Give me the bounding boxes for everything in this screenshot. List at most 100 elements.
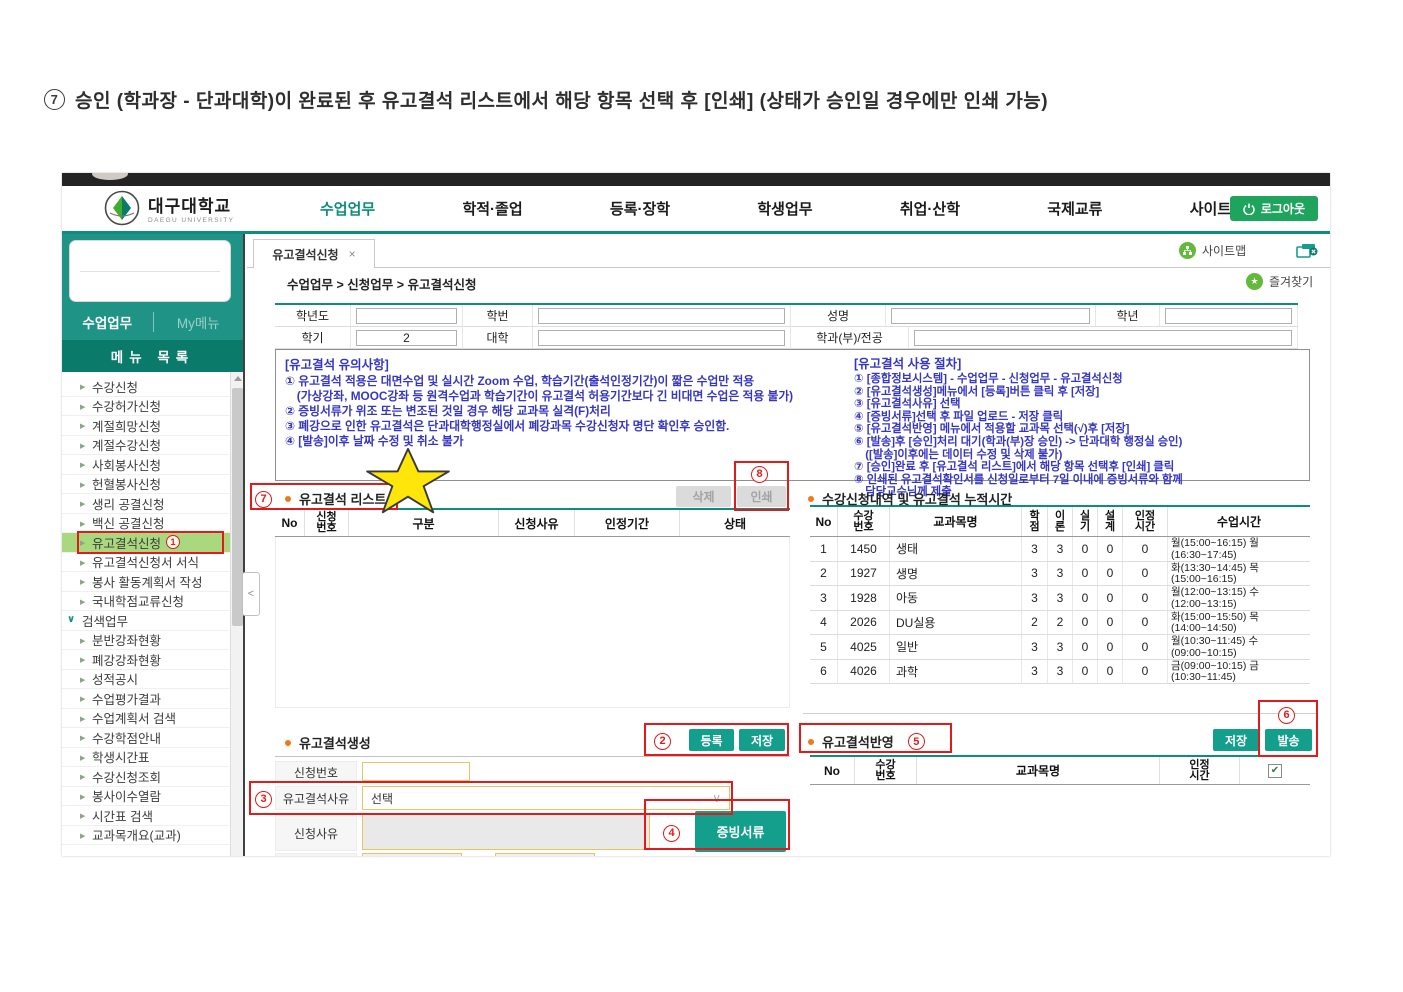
header-cell: 수강번호	[838, 507, 890, 536]
text-input[interactable]	[538, 330, 785, 346]
sidebar-menu-item[interactable]: ∨검색업무	[62, 611, 232, 631]
send-button[interactable]: 발송	[1265, 729, 1312, 751]
text-input[interactable]	[538, 308, 785, 324]
create-save-button[interactable]: 저장	[739, 729, 785, 751]
logout-button[interactable]: 로그아웃	[1230, 196, 1318, 221]
reflect-save-button[interactable]: 저장	[1213, 729, 1259, 751]
popup-window-icon[interactable]	[1296, 243, 1318, 259]
cell-theory: 3	[1048, 660, 1073, 684]
nav-item[interactable]: 학적·졸업	[462, 198, 522, 219]
sidebar-menu-item[interactable]: ▶봉사이수열람	[62, 787, 232, 807]
sidebar-menu-item[interactable]: ▶생리 공결신청	[62, 494, 232, 514]
sidebar-menu-item[interactable]: ▶유고결석신청서 서식	[62, 553, 232, 573]
sidebar-item-label: 검색업무	[82, 611, 128, 630]
nav-item[interactable]: 국제교류	[1047, 198, 1102, 219]
evidence-button[interactable]: 증빙서류	[695, 811, 786, 852]
sidebar-menu-item[interactable]: ▶수강학점안내	[62, 728, 232, 748]
sidebar-menu-item[interactable]: ▶수강허가신청	[62, 397, 232, 417]
sidebar-menu-item[interactable]: ▶유고결석신청1	[62, 533, 232, 553]
cell-course-name: DU실용	[890, 611, 1022, 635]
cell-theory: 3	[1048, 586, 1073, 610]
period-end-input[interactable]	[495, 853, 595, 856]
university-logo[interactable]: 대구대학교 DAEGU UNIVERSITY	[104, 190, 234, 226]
field-label: 학번	[463, 305, 533, 326]
arrow-right-icon: ▶	[80, 481, 85, 489]
print-button[interactable]: 인쇄	[737, 486, 786, 507]
notice-precautions: [유고결석 유의사항]① 유고결석 적용은 대면수업 및 실시간 Zoom 수업…	[285, 354, 845, 449]
sidebar-menu-item[interactable]: ▶수강신청	[62, 377, 232, 397]
cell-no: 3	[810, 586, 838, 610]
cell-practice: 0	[1073, 611, 1098, 635]
delete-button[interactable]: 삭제	[676, 486, 731, 507]
enrollment-body: 11450생태33000월(15:00~16:15) 월(16:30~17:45…	[810, 537, 1310, 684]
header-line: 설	[1105, 511, 1115, 522]
breadcrumb: 수업업무 > 신청업무 > 유고결석신청	[287, 274, 477, 293]
text-input[interactable]	[891, 308, 1090, 324]
reflect-section-title: 유고결석반영 5	[808, 732, 925, 751]
scroll-up-icon[interactable]	[233, 374, 242, 383]
instruction-text: 승인 (학과장 - 단과대학)이 완료된 후 유고결석 리스트에서 해당 항목 …	[75, 86, 1048, 113]
field-cell	[909, 327, 1298, 348]
sidebar-menu-item[interactable]: ▶분반강좌현황	[62, 631, 232, 651]
sidebar-menu-item[interactable]: ▶수업계획서 검색	[62, 709, 232, 729]
sidebar-menu-item[interactable]: ▶계절수강신청	[62, 436, 232, 456]
sitemap-link[interactable]: 사이트맵	[1179, 242, 1246, 259]
sidebar-menu-item[interactable]: ▶사회봉사신청	[62, 455, 232, 475]
cell-no: 1	[810, 537, 838, 561]
sidebar-menu-item[interactable]: ▶교과목개요(교과)	[62, 826, 232, 846]
cell-credit: 3	[1022, 660, 1048, 684]
sidebar-item-label: 수강신청	[92, 377, 138, 396]
favorite-link[interactable]: ★ 즐겨찾기	[1246, 273, 1313, 290]
text-input[interactable]	[914, 330, 1292, 346]
nav-item[interactable]: 수업업무	[320, 198, 375, 219]
sidebar-menu-item[interactable]: ▶학생시간표	[62, 748, 232, 768]
text-input[interactable]: 2	[356, 330, 457, 346]
notice-procedure: [유고결석 사용 절차]① [종합정보시스템] - 수업업무 - 신청업무 - …	[854, 353, 1306, 499]
header-cell: 인정시간	[1123, 507, 1168, 536]
arrow-right-icon: ▶	[80, 715, 85, 723]
apply-no-input[interactable]	[362, 762, 470, 781]
header-cell: 인정시간	[1160, 757, 1240, 784]
table-row: 54025일반33000월(10:30~11:45) 수(09:00~10:15…	[810, 635, 1310, 660]
cell-course-code: 4025	[838, 635, 890, 659]
sidebar-menu-item[interactable]: ▶수강신청조회	[62, 767, 232, 787]
sidebar-menu-item[interactable]: ▶봉사 활동계획서 작성	[62, 572, 232, 592]
nav-item[interactable]: 취업·산학	[900, 198, 960, 219]
sidebar-menu-item[interactable]: ▶국내학점교류신청	[62, 592, 232, 612]
sidebar-menu-item[interactable]: ▶헌혈봉사신청	[62, 475, 232, 495]
sidebar-menu-item[interactable]: ▶성적공시	[62, 670, 232, 690]
cell-no: 4	[810, 611, 838, 635]
nav-item[interactable]: 학생업무	[757, 198, 812, 219]
sidebar-menu-item[interactable]: ▶수업평가결과	[62, 689, 232, 709]
sidebar-collapse-handle[interactable]: <	[242, 572, 260, 616]
sidebar-item-label: 봉사 활동계획서 작성	[92, 572, 202, 591]
instruction-line: 7 승인 (학과장 - 단과대학)이 완료된 후 유고결석 리스트에서 해당 항…	[44, 86, 1048, 113]
checkbox-checked-icon[interactable]: ✔	[1268, 764, 1282, 778]
sidebar-item-label: 계절희망신청	[92, 416, 161, 435]
text-input[interactable]	[356, 308, 457, 324]
sidebar-tab[interactable]: My메뉴	[153, 312, 244, 332]
cell-recognized: 0	[1123, 635, 1168, 659]
absence-reason-select[interactable]: 선택 ∨	[362, 786, 730, 810]
sidebar-item-label: 봉사이수열람	[92, 786, 161, 805]
arrow-right-icon: ▶	[80, 520, 85, 528]
cell-course-code: 1450	[838, 537, 890, 561]
sidebar-menu-item[interactable]: ▶백신 공결신청	[62, 514, 232, 534]
tab-close-icon[interactable]: ×	[349, 247, 356, 261]
sidebar-tab[interactable]: 수업업무	[62, 312, 153, 332]
arrow-right-icon: ▶	[80, 637, 85, 645]
chevron-down-icon: ∨	[712, 791, 721, 805]
text-input[interactable]	[1165, 308, 1292, 324]
period-start-input[interactable]	[362, 853, 462, 856]
sidebar-scrollbar[interactable]	[230, 372, 243, 856]
header-line: 론	[1055, 522, 1065, 533]
sidebar-menu-item[interactable]: ▶폐강강좌현황	[62, 650, 232, 670]
star-highlight-icon	[364, 448, 452, 514]
sidebar-menu-item[interactable]: ▶계절희망신청	[62, 416, 232, 436]
tab-absence-application[interactable]: 유고결석신청 ×	[253, 239, 375, 268]
apply-reason-textarea[interactable]	[362, 814, 650, 850]
nav-item[interactable]: 등록·장학	[610, 198, 670, 219]
register-button[interactable]: 등록	[689, 729, 734, 751]
cell-no: 6	[810, 660, 838, 684]
sidebar-menu-item[interactable]: ▶시간표 검색	[62, 806, 232, 826]
